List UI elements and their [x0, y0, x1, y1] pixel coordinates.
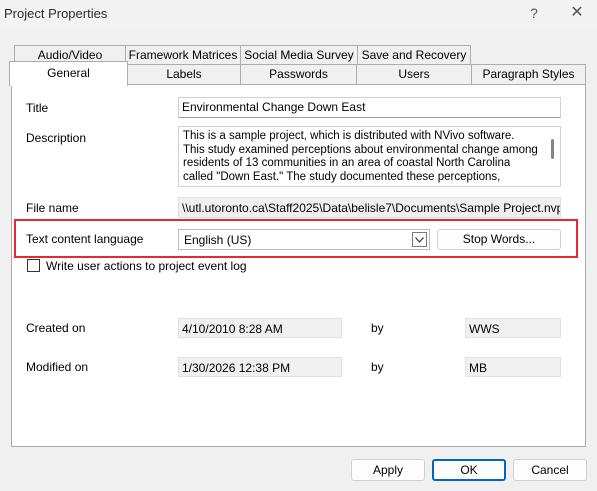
modified-by-label: by — [371, 360, 384, 374]
tab-paragraph-styles[interactable]: Paragraph Styles — [471, 64, 586, 84]
tab-users[interactable]: Users — [356, 64, 472, 84]
help-icon[interactable]: ? — [523, 3, 545, 23]
description-field[interactable]: This is a sample project, which is distr… — [178, 126, 561, 187]
modified-date-field: 1/30/2026 12:38 PM — [178, 357, 342, 377]
title-field[interactable]: Environmental Change Down East — [178, 97, 561, 118]
created-by-field: WWS — [465, 318, 561, 338]
language-select-value: English (US) — [184, 233, 252, 247]
tab-social-media-survey[interactable]: Social Media Survey — [240, 45, 358, 65]
window-title: Project Properties — [4, 6, 108, 21]
created-by-label: by — [371, 321, 384, 335]
modified-label: Modified on — [26, 360, 89, 374]
filename-label: File name — [26, 201, 79, 215]
close-icon[interactable]: ✕ — [566, 3, 588, 23]
cancel-button[interactable]: Cancel — [513, 459, 587, 481]
modified-by-field: MB — [465, 357, 561, 377]
apply-button[interactable]: Apply — [351, 459, 425, 481]
tab-save-and-recovery[interactable]: Save and Recovery — [357, 45, 471, 65]
filename-field: \\utl.utoronto.ca\Staff2025\Data\belisle… — [178, 197, 561, 218]
chevron-down-icon[interactable] — [412, 232, 427, 247]
write-log-label: Write user actions to project event log — [46, 259, 247, 273]
language-select[interactable]: English (US) — [178, 229, 430, 250]
title-bar: Project Properties ? ✕ — [0, 0, 597, 28]
stop-words-button[interactable]: Stop Words... — [437, 229, 561, 250]
tab-general[interactable]: General — [9, 61, 128, 86]
ok-button[interactable]: OK — [432, 459, 506, 481]
description-scrollbar[interactable] — [551, 139, 554, 159]
description-label: Description — [26, 131, 87, 145]
description-text: This is a sample project, which is distr… — [183, 130, 538, 183]
language-label: Text content language — [26, 232, 144, 246]
write-log-checkbox[interactable] — [27, 259, 40, 272]
tab-framework-matrices[interactable]: Framework Matrices — [125, 45, 241, 65]
title-label: Title — [26, 101, 49, 115]
created-label: Created on — [26, 321, 86, 335]
created-date-field: 4/10/2010 8:28 AM — [178, 318, 342, 338]
tab-passwords[interactable]: Passwords — [240, 64, 357, 84]
tab-labels[interactable]: Labels — [127, 64, 241, 84]
